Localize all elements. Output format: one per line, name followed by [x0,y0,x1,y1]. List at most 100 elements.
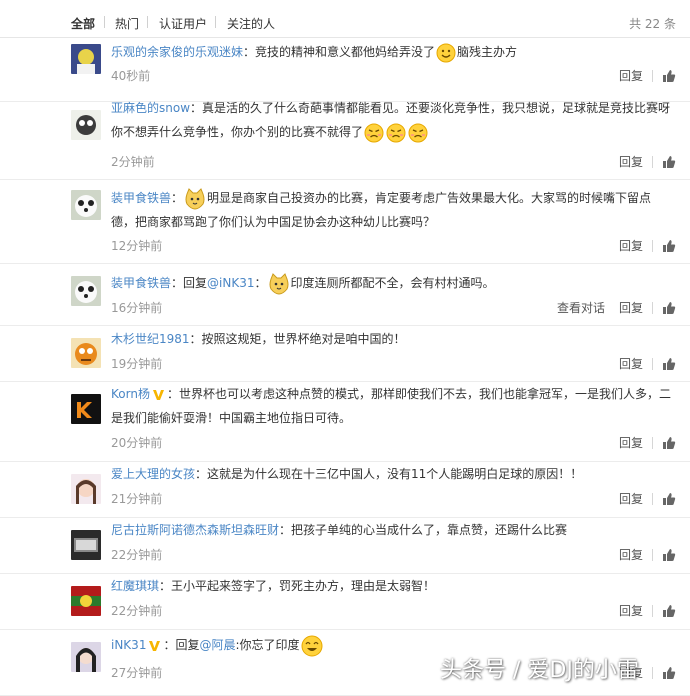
comment-item: 亚麻色的snow：真是活的久了什么奇葩事情都能看见。还要淡化竞争性，我只想说，足… [0,101,690,180]
action-divider [652,548,653,561]
username-link[interactable]: 尼古拉斯阿诺德杰森斯坦森旺财 [111,523,279,537]
username-link[interactable]: iNK31 [111,638,146,652]
action-divider [652,301,653,314]
username-link[interactable]: 爱上大理的女孩 [111,467,195,481]
avatar[interactable] [71,530,101,560]
comment-item: 装甲食铁兽： 明显是商家自己投资办的比赛，肯定要考虑广告效果最大化。大家骂的时候嘴… [0,180,690,264]
comment-actions: 查看对话 回复 [557,299,676,316]
like-icon[interactable] [662,357,676,371]
tab-all[interactable]: 全部 [71,15,95,32]
avatar[interactable] [71,474,101,504]
comment-time: 19分钟前 [111,357,163,371]
reply-button[interactable]: 回复 [619,434,643,451]
comment-item: 爱上大理的女孩：这就是为什么现在十三亿中国人，没有11个人能踢明白足球的原因！！… [0,462,690,518]
comment-actions: 回复 [605,153,676,170]
comment-actions: 回复 [605,602,676,619]
action-divider [652,666,653,679]
avatar[interactable] [71,276,101,306]
comment-body: ：把孩子单纯的心当成什么了，靠点赞，还踢什么比赛 [279,523,568,537]
comment-item: 红魔琪琪：王小平起来签字了，罚死主办方，理由是太弱智！ 22分钟前 回复 [0,574,690,630]
reply-button[interactable]: 回复 [619,355,643,372]
comment-time: 22分钟前 [111,548,163,562]
like-icon[interactable] [662,301,676,315]
comment-actions: 回复 [605,237,676,254]
username-link[interactable]: 亚麻色的snow [111,101,190,115]
comment-text: Korn杨 ：世界杯也可以考虑这种点赞的模式，那样即使我们不去，我们也能拿冠军，一… [111,382,671,430]
comment-time: 20分钟前 [111,436,163,450]
reply-button[interactable]: 回复 [619,602,643,619]
view-conversation-button[interactable]: 查看对话 [557,299,605,316]
verified-badge-icon [149,641,161,651]
action-divider [652,155,653,168]
reply-button[interactable]: 回复 [619,299,643,316]
comment-item: 尼古拉斯阿诺德杰森斯坦森旺财：把孩子单纯的心当成什么了，靠点赞，还踢什么比赛 22… [0,518,690,574]
comment-item: 木杉世纪1981：按照这规矩，世界杯绝对是咱中国的！ 19分钟前 回复 [0,326,690,382]
avatar[interactable] [71,44,101,74]
reply-button[interactable]: 回复 [619,67,643,84]
comment-filter-tabs: 全部 热门 认证用户 关注的人 共 22 条 [0,0,690,38]
tab-verified-users[interactable]: 认证用户 [159,15,207,32]
comment-body: ： [171,191,184,205]
username-link[interactable]: 装甲食铁兽 [111,191,171,205]
avatar[interactable] [71,110,101,140]
comment-body: :你忘了印度 [235,638,300,652]
reply-button[interactable]: 回复 [619,153,643,170]
comment-body: ：这就是为什么现在十三亿中国人，没有11个人能踢明白足球的原因！！ [195,467,583,481]
like-icon[interactable] [662,436,676,450]
comment-body: ：王小平起来签字了，罚死主办方，理由是太弱智！ [159,579,436,593]
action-divider [652,69,653,82]
comment-body: ： [254,276,267,290]
username-link[interactable]: 装甲食铁兽 [111,276,171,290]
comment-actions: 回复 [605,355,676,372]
comment-text: 尼古拉斯阿诺德杰森斯坦森旺财：把孩子单纯的心当成什么了，靠点赞，还踢什么比赛 [111,518,671,542]
avatar[interactable] [71,642,101,672]
comment-item: 装甲食铁兽：回复@iNK31： 印度连厕所都配不全，会有村村通吗。 16分钟前 查看对… [0,264,690,326]
like-icon[interactable] [662,666,676,680]
reply-button[interactable]: 回复 [619,237,643,254]
comment-text: 装甲食铁兽： 明显是商家自己投资办的比赛，肯定要考虑广告效果最大化。大家骂的时候嘴… [111,186,671,234]
reply-button[interactable]: 回复 [619,490,643,507]
like-icon[interactable] [662,548,676,562]
action-divider [652,357,653,370]
comment-time: 21分钟前 [111,492,163,506]
reply-button[interactable]: 回复 [619,546,643,563]
action-divider [652,436,653,449]
username-link[interactable]: 红魔琪琪 [111,579,159,593]
avatar[interactable] [71,338,101,368]
tab-hot[interactable]: 热门 [115,15,139,32]
comment-item: Korn杨 ：世界杯也可以考虑这种点赞的模式，那样即使我们不去，我们也能拿冠军，一… [0,382,690,462]
angry-emoji [385,123,407,142]
like-icon[interactable] [662,155,676,169]
comment-time: 27分钟前 [111,666,163,680]
smile-emoji [435,43,457,62]
like-icon[interactable] [662,239,676,253]
comment-time: 16分钟前 [111,301,163,315]
total-count: 共 22 条 [629,17,676,31]
comment-time: 12分钟前 [111,239,163,253]
avatar[interactable] [71,586,101,616]
angry-emoji [363,123,385,142]
comment-body: ：世界杯也可以考虑这种点赞的模式，那样即使我们不去，我们也能拿冠军，一是我们人多… [111,387,671,425]
comment-text: 爱上大理的女孩：这就是为什么现在十三亿中国人，没有11个人能踢明白足球的原因！！ [111,462,671,486]
cat-emoji [183,187,207,210]
tab-following[interactable]: 关注的人 [227,15,275,32]
avatar[interactable] [71,394,101,424]
like-icon[interactable] [662,604,676,618]
comment-actions: 回复 [605,490,676,507]
mention-link[interactable]: @阿晨 [199,638,235,652]
avatar[interactable] [71,190,101,220]
comment-body: ：回复 [163,638,200,652]
like-icon[interactable] [662,69,676,83]
action-divider [652,492,653,505]
username-link[interactable]: 木杉世纪1981 [111,332,190,346]
username-link[interactable]: Korn杨 [111,387,150,401]
tab-divider [147,16,148,28]
tab-divider [104,16,105,28]
username-link[interactable]: 乐观的余家俊的乐观迷妹 [111,45,243,59]
like-icon[interactable] [662,492,676,506]
comment-body: ：竞技的精神和意义都他妈给弄没了 [243,45,436,59]
comment-actions: 回复 [605,434,676,451]
mention-link[interactable]: @iNK31 [207,276,254,290]
comment-body: ：按照这规矩，世界杯绝对是咱中国的！ [189,332,406,346]
comment-body: 脑残主办方 [457,45,518,59]
